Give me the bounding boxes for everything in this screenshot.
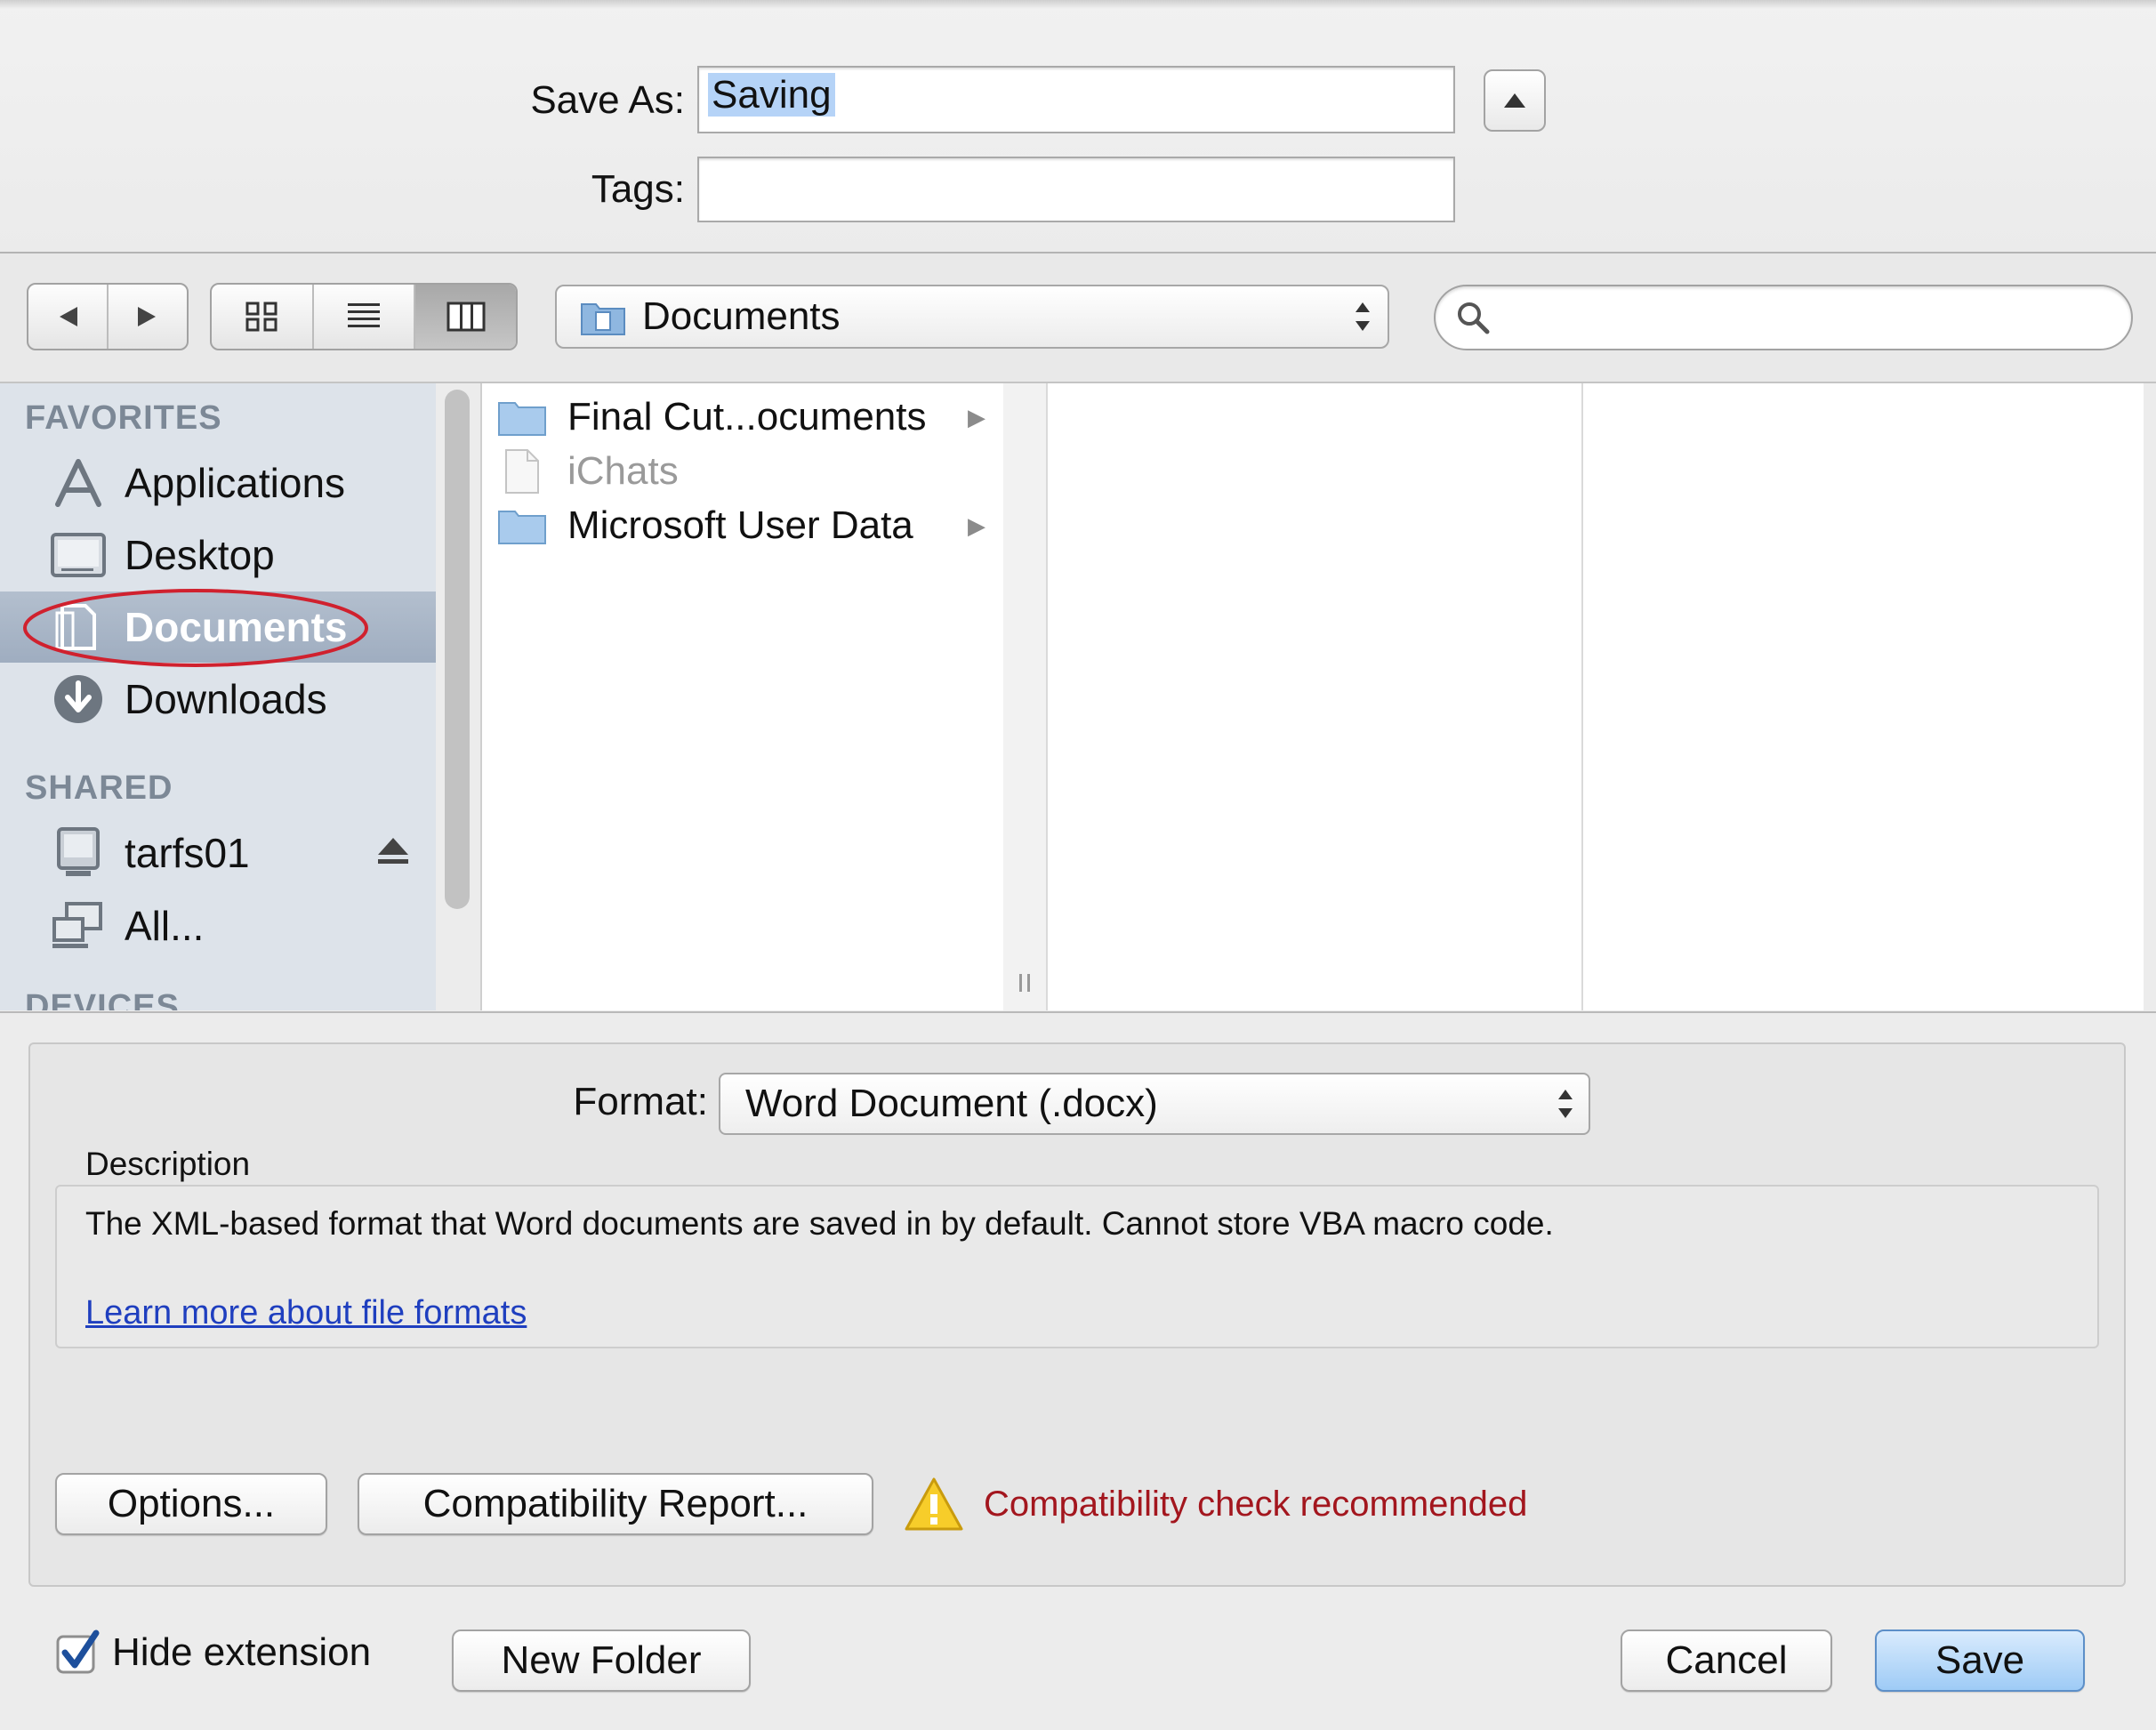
browser-column-1: Final Cut...ocuments ▶ iChats Microsoft … (482, 383, 1005, 1010)
search-input[interactable] (1501, 290, 2131, 345)
sidebar-item-label: Downloads (125, 676, 327, 722)
column-resize-gutter[interactable] (1003, 383, 1048, 1010)
applications-icon (48, 456, 109, 510)
hide-extension-label: Hide extension (112, 1630, 372, 1674)
sidebar-item-desktop[interactable]: Desktop (0, 519, 436, 591)
back-button[interactable] (28, 285, 109, 349)
sidebar-item-label: Applications (125, 460, 346, 506)
popup-updown-icon (1558, 1090, 1573, 1118)
resize-grip-icon (1019, 974, 1030, 992)
server-icon (48, 826, 109, 880)
save-button[interactable]: Save (1875, 1629, 2085, 1692)
search-field[interactable] (1434, 285, 2133, 350)
disclosure-arrow-icon: ▶ (968, 403, 985, 430)
favorites-header: FAVORITES (25, 399, 222, 437)
annotation-circle (23, 589, 368, 667)
list-item-ichats[interactable]: iChats (496, 445, 994, 498)
item-label: Final Cut...ocuments (567, 395, 927, 439)
warning-text: Compatibility check recommended (984, 1484, 1528, 1524)
search-icon (1458, 302, 1490, 334)
column-view-button[interactable] (415, 285, 516, 349)
network-icon (48, 899, 109, 953)
expand-dialog-button[interactable] (1484, 69, 1546, 132)
description-label: Description (85, 1146, 251, 1182)
desktop-icon (48, 528, 109, 582)
learn-more-link[interactable]: Learn more about file formats (85, 1294, 527, 1332)
icon-view-button[interactable] (212, 285, 314, 349)
options-button[interactable]: Options... (55, 1473, 327, 1535)
folder-icon (496, 396, 548, 439)
devices-header: DEVICES (25, 988, 180, 1010)
popup-updown-icon (1356, 302, 1370, 331)
list-item-microsoft-user-data[interactable]: Microsoft User Data ▶ (496, 499, 994, 552)
grid-icon (245, 302, 278, 332)
save-as-label: Save As: (530, 78, 685, 122)
browser-edge (2144, 383, 2156, 1010)
location-label: Documents (642, 294, 841, 338)
browser-column-2 (1048, 383, 1583, 1010)
format-label: Format: (573, 1080, 708, 1123)
sidebar-item-all[interactable]: All... (0, 890, 436, 962)
list-view-button[interactable] (314, 285, 416, 349)
new-folder-button[interactable]: New Folder (452, 1629, 751, 1692)
tags-field[interactable] (697, 157, 1455, 222)
item-label: iChats (567, 449, 679, 493)
back-arrow-icon (60, 307, 77, 326)
filename-selection: Saving (708, 73, 835, 117)
sidebar-item-tarfs01[interactable]: tarfs01 (0, 817, 436, 889)
shared-header: SHARED (25, 769, 173, 807)
columns-icon (446, 302, 486, 332)
sidebar-item-label: tarfs01 (125, 830, 250, 876)
list-item-final-cut[interactable]: Final Cut...ocuments ▶ (496, 390, 994, 444)
sidebar-item-label: Desktop (125, 532, 275, 578)
list-icon (348, 303, 380, 327)
item-label: Microsoft User Data (567, 503, 913, 547)
chevron-up-icon (1504, 93, 1525, 108)
location-popup[interactable]: Documents (555, 285, 1389, 349)
folder-icon (496, 504, 548, 547)
hide-extension-checkbox[interactable]: Hide extension (55, 1629, 371, 1676)
documents-folder-icon (581, 303, 625, 335)
sidebar-item-applications[interactable]: Applications (0, 447, 436, 519)
tags-label: Tags: (591, 167, 685, 211)
document-file-icon (496, 449, 548, 494)
format-value: Word Document (.docx) (745, 1082, 1158, 1125)
sidebar: FAVORITES Applications Desktop Documents (0, 383, 436, 1010)
format-popup[interactable]: Word Document (.docx) (719, 1073, 1590, 1135)
eject-icon[interactable] (375, 829, 411, 877)
sidebar-item-label: All... (125, 903, 205, 949)
back-forward-control (27, 283, 189, 350)
disclosure-arrow-icon: ▶ (968, 511, 985, 539)
cancel-button[interactable]: Cancel (1621, 1629, 1832, 1692)
downloads-icon (48, 672, 109, 726)
save-as-field[interactable]: Saving (697, 66, 1455, 133)
browser-column-3 (1583, 383, 2144, 1010)
sidebar-scrollbar[interactable] (445, 390, 470, 909)
warning-icon (905, 1477, 963, 1531)
compatibility-report-button[interactable]: Compatibility Report... (358, 1473, 873, 1535)
checkbox-checked-icon (56, 1629, 100, 1674)
forward-button[interactable] (109, 285, 187, 349)
compat-warning: Compatibility check recommended (904, 1473, 1527, 1535)
view-mode-control (210, 283, 518, 350)
forward-arrow-icon (138, 307, 156, 326)
description-text: The XML-based format that Word documents… (85, 1205, 1554, 1242)
